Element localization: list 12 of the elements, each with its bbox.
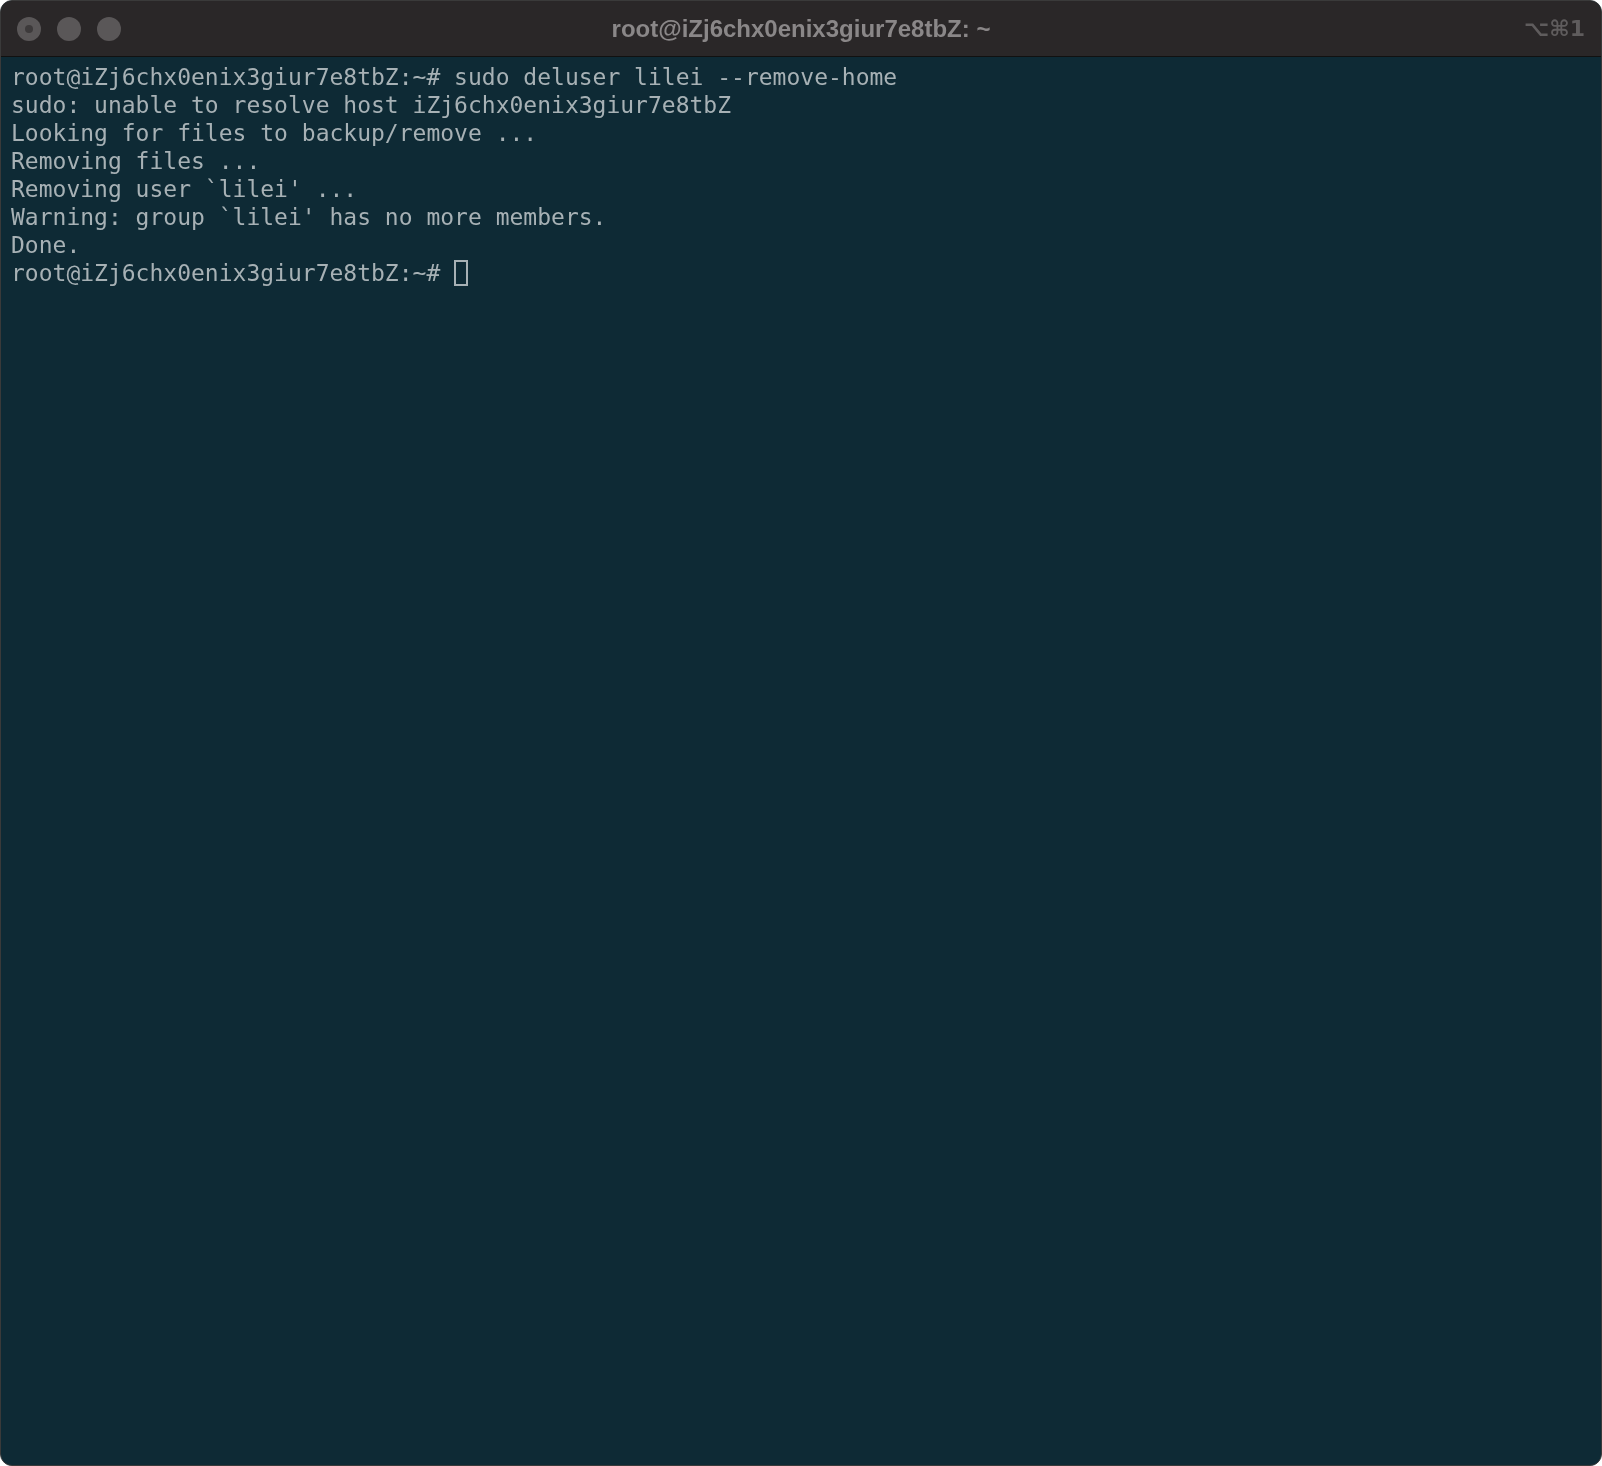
zoom-button[interactable] bbox=[97, 16, 121, 41]
terminal-line: Done. bbox=[11, 231, 81, 259]
terminal-line: Looking for files to backup/remove ... bbox=[11, 119, 538, 147]
close-button[interactable] bbox=[17, 16, 41, 41]
terminal-line: root@iZj6chx0enix3giur7e8tbZ:~# bbox=[11, 259, 442, 287]
terminal-line: Removing files ... bbox=[11, 147, 261, 175]
terminal-line: Removing user `lilei' ... bbox=[11, 175, 358, 203]
window-title: root@iZj6chx0enix3giur7e8tbZ: ~ bbox=[611, 14, 991, 44]
minimize-button[interactable] bbox=[57, 16, 81, 41]
terminal-line: Warning: group `lilei' has no more members. bbox=[11, 203, 607, 231]
terminal-line: sudo: unable to resolve host iZj6chx0enix3giur7e8tbZ bbox=[11, 91, 732, 119]
terminal-line: root@iZj6chx0enix3giur7e8tbZ:~# sudo deluser lilei --remove-home bbox=[11, 63, 898, 91]
